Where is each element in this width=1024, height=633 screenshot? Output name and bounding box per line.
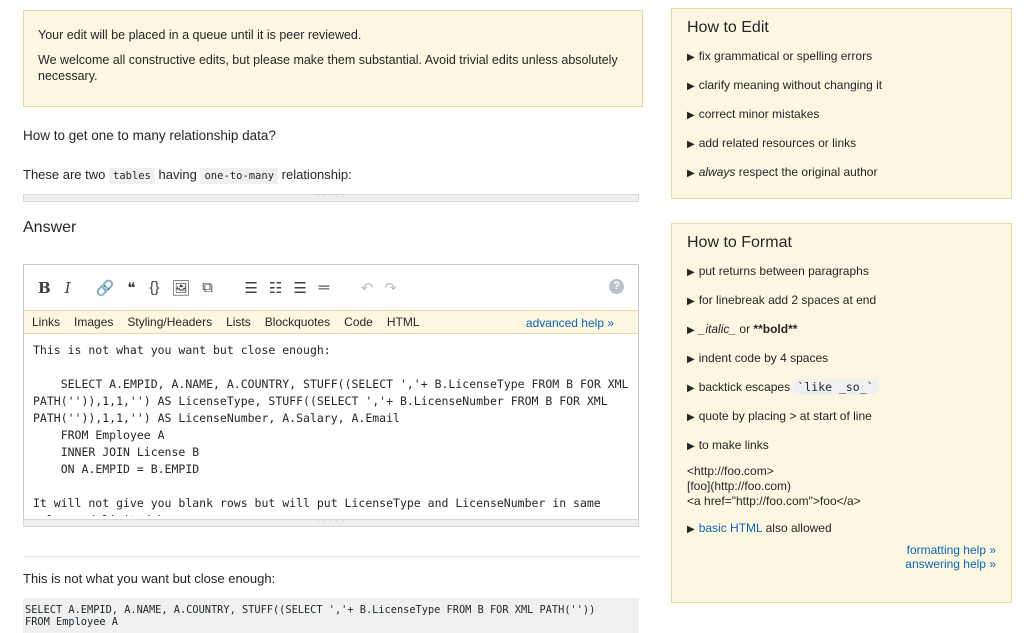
how-to-format-title: How to Format <box>687 234 792 251</box>
horizontal-rule-icon[interactable]: ═ <box>318 279 330 296</box>
excerpt-text: These are two <box>23 167 109 182</box>
inline-code-tables: tables <box>109 168 155 184</box>
preview-divider <box>23 556 639 557</box>
notice-line-1: Your edit will be placed in a queue unti… <box>38 28 362 42</box>
ordered-list-icon[interactable]: ☰ <box>244 279 257 297</box>
help-tab-images[interactable]: Images <box>74 315 113 329</box>
review-queue-notice: Your edit will be placed in a queue unti… <box>23 10 643 107</box>
help-tab-code[interactable]: Code <box>344 315 373 329</box>
help-links: formatting help » answering help » <box>687 543 996 571</box>
formatting-help-link[interactable]: formatting help » <box>687 543 996 557</box>
triangle-bullet-icon: ▶ <box>687 325 695 336</box>
link-examples: <http://foo.com> [foo](http://foo.com) <… <box>687 464 996 509</box>
triangle-bullet-icon: ▶ <box>687 81 695 92</box>
link-example: [foo](http://foo.com) <box>687 479 792 493</box>
how-to-edit-title: How to Edit <box>687 19 769 36</box>
format-tip: ▶ quote by placing > at start of line <box>687 409 872 423</box>
question-resize-grip[interactable]: · · · · · <box>23 193 639 202</box>
triangle-bullet-icon: ▶ <box>687 383 695 394</box>
triangle-bullet-icon: ▶ <box>687 110 695 121</box>
triangle-bullet-icon: ▶ <box>687 412 695 423</box>
help-tab-html[interactable]: HTML <box>387 315 420 329</box>
answering-help-link[interactable]: answering help » <box>687 557 996 571</box>
edit-tip: ▶ fix grammatical or spelling errors <box>687 49 873 63</box>
help-tab-links[interactable]: Links <box>32 315 60 329</box>
help-tab-lists[interactable]: Lists <box>226 315 251 329</box>
edit-tip: ▶ always respect the original author <box>687 165 878 179</box>
excerpt-text: having <box>154 167 201 182</box>
snippet-icon[interactable]: ⧉ <box>201 279 213 296</box>
blockquote-icon[interactable]: ❝ <box>125 279 137 297</box>
triangle-bullet-icon: ▶ <box>687 52 695 63</box>
triangle-bullet-icon: ▶ <box>687 524 695 535</box>
triangle-bullet-icon: ▶ <box>687 441 695 452</box>
answer-textarea[interactable]: This is not what you want but close enou… <box>24 334 638 516</box>
triangle-bullet-icon: ▶ <box>687 296 695 307</box>
preview-paragraph: This is not what you want but close enou… <box>23 571 276 586</box>
undo-icon[interactable]: ↶ <box>361 279 374 297</box>
code-icon[interactable]: {} <box>148 279 160 296</box>
format-tip: ▶ for linebreak add 2 spaces at end <box>687 293 877 307</box>
italic-button[interactable]: I <box>62 279 74 297</box>
edit-tip: ▶ correct minor mistakes <box>687 107 820 121</box>
triangle-bullet-icon: ▶ <box>687 354 695 365</box>
notice-line-2: We welcome all constructive edits, but p… <box>38 53 618 83</box>
edit-tip: ▶ add related resources or links <box>687 136 857 150</box>
bold-button[interactable]: B <box>38 279 51 297</box>
editor-help-tabs: Links Images Styling/Headers Lists Block… <box>24 310 638 334</box>
help-tab-blockquotes[interactable]: Blockquotes <box>265 315 330 329</box>
link-example: <a href="http://foo.com">foo</a> <box>687 494 861 508</box>
image-icon[interactable]: 🖼 <box>171 279 190 297</box>
triangle-bullet-icon: ▶ <box>687 139 695 150</box>
format-tip: ▶ to make links <box>687 438 769 452</box>
link-example: <http://foo.com> <box>687 464 774 478</box>
inline-code-one-to-many: one-to-many <box>200 168 279 184</box>
format-tip: ▶ backtick escapes `like _so_` <box>687 379 996 396</box>
question-title: How to get one to many relationship data… <box>23 128 276 143</box>
link-icon[interactable]: 🔗 <box>96 279 115 297</box>
format-tip: ▶ indent code by 4 spaces <box>687 351 829 365</box>
question-excerpt: These are two tables having one-to-many … <box>23 167 352 184</box>
how-to-format-panel: How to Format ▶ put returns between parag… <box>671 223 1012 603</box>
answer-heading: Answer <box>23 219 77 236</box>
how-to-edit-panel: How to Edit ▶ fix grammatical or spelling… <box>671 8 1012 199</box>
unordered-list-icon[interactable]: ☷ <box>269 279 282 297</box>
help-icon[interactable]: ? <box>609 279 624 294</box>
excerpt-text: relationship: <box>278 167 352 182</box>
triangle-bullet-icon: ▶ <box>687 168 695 179</box>
triangle-bullet-icon: ▶ <box>687 267 695 278</box>
preview-code-block: SELECT A.EMPID, A.NAME, A.COUNTRY, STUFF… <box>23 598 639 633</box>
editor-resize-grip[interactable]: · · · · · <box>23 518 639 527</box>
basic-html-link[interactable]: basic HTML <box>699 521 763 535</box>
format-tip: ▶ _italic_ or **bold** <box>687 322 798 336</box>
answer-editor: B I 🔗 ❝ {} 🖼 ⧉ ☰ ☷ ☰ ═ ↶ ↷ ? Links Image… <box>23 264 639 527</box>
edit-tip: ▶ clarify meaning without changing it <box>687 78 883 92</box>
help-tab-styling[interactable]: Styling/Headers <box>127 315 212 329</box>
heading-icon[interactable]: ☰ <box>293 279 306 297</box>
basic-html-tip: ▶ basic HTML also allowed <box>687 521 832 535</box>
redo-icon[interactable]: ↷ <box>384 279 397 297</box>
advanced-help-link[interactable]: advanced help » <box>526 316 614 330</box>
editor-toolbar: B I 🔗 ❝ {} 🖼 ⧉ ☰ ☷ ☰ ═ ↶ ↷ ? <box>24 265 638 310</box>
format-tip: ▶ put returns between paragraphs <box>687 264 869 278</box>
